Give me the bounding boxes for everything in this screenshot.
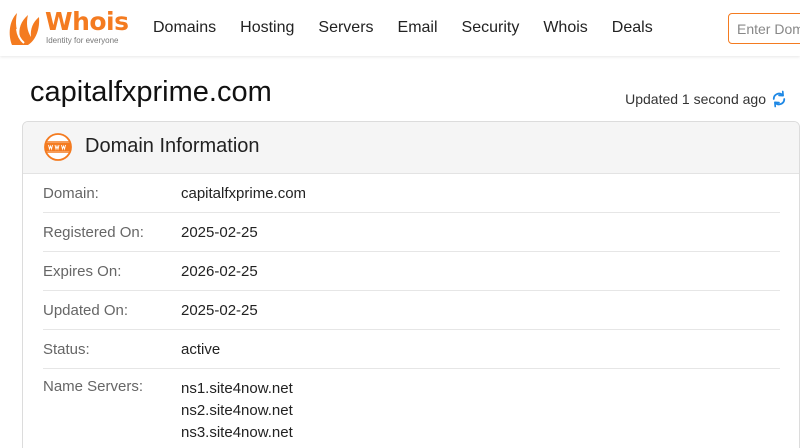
row-value: active [181, 340, 221, 358]
name-server-3: ns3.site4now.net [181, 424, 293, 441]
top-navbar: Whois Identity for everyone Domains Host… [0, 0, 800, 56]
info-row-registered-on: Registered On: 2025-02-25 [43, 213, 780, 252]
name-server-2: ns2.site4now.net [181, 402, 293, 419]
brand-tagline: Identity for everyone [46, 36, 119, 45]
nav-item-whois[interactable]: Whois [543, 18, 587, 38]
row-label: Registered On: [43, 223, 144, 241]
page-title: capitalfxprime.com [30, 76, 272, 108]
www-icon [44, 133, 72, 161]
info-row-status: Status: active [43, 330, 780, 369]
nav-item-domains[interactable]: Domains [153, 18, 216, 38]
info-row-domain: Domain: capitalfxprime.com [43, 174, 780, 213]
updated-status: Updated 1 second ago [625, 90, 788, 108]
nav-item-hosting[interactable]: Hosting [240, 18, 294, 38]
row-value: 2025-02-25 [181, 301, 258, 319]
row-label: Domain: [43, 184, 99, 202]
refresh-icon[interactable] [770, 90, 788, 108]
name-server-list: ns1.site4now.net ns2.site4now.net ns3.si… [181, 378, 293, 444]
row-label: Status: [43, 340, 90, 358]
row-value: 2025-02-25 [181, 223, 258, 241]
domain-info-card: Domain Information Domain: capitalfxprim… [22, 121, 800, 448]
row-label: Expires On: [43, 262, 122, 280]
main-nav: Domains Hosting Servers Email Security W… [153, 18, 677, 38]
name-server-1: ns1.site4now.net [181, 380, 293, 397]
row-label: Name Servers: [43, 378, 144, 395]
card-title: Domain Information [85, 135, 260, 157]
row-value: capitalfxprime.com [181, 184, 307, 202]
card-header: Domain Information [23, 122, 799, 174]
nav-item-servers[interactable]: Servers [318, 18, 373, 38]
nav-item-security[interactable]: Security [462, 18, 520, 38]
nav-item-email[interactable]: Email [398, 18, 438, 38]
domain-info-table: Domain: capitalfxprime.com Registered On… [43, 174, 780, 444]
row-label: Updated On: [43, 301, 129, 319]
brand-name: Whois [45, 7, 129, 36]
domain-search-input[interactable] [728, 13, 800, 44]
row-value: 2026-02-25 [181, 262, 258, 280]
nav-item-deals[interactable]: Deals [612, 18, 653, 38]
updated-text: Updated 1 second ago [625, 91, 766, 107]
info-row-name-servers: Name Servers: ns1.site4now.net ns2.site4… [43, 369, 780, 444]
info-row-expires-on: Expires On: 2026-02-25 [43, 252, 780, 291]
info-row-updated-on: Updated On: 2025-02-25 [43, 291, 780, 330]
whois-logo[interactable]: Whois Identity for everyone [6, 7, 132, 47]
whois-logo-icon [9, 13, 40, 45]
